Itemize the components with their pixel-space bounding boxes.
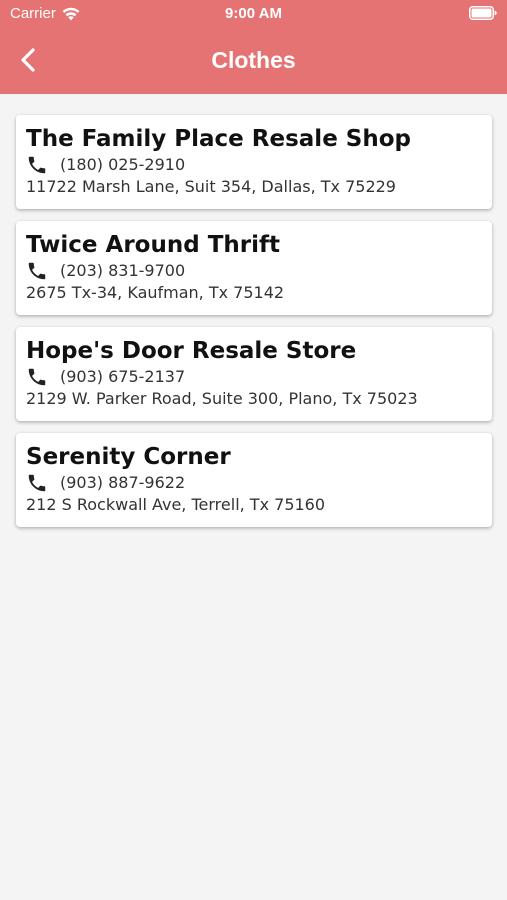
store-list: The Family Place Resale Shop (180) 025-2… xyxy=(16,115,492,539)
store-card[interactable]: Twice Around Thrift (203) 831-9700 2675 … xyxy=(16,221,492,315)
phone-row[interactable]: (903) 675-2137 xyxy=(26,366,482,388)
phone-icon xyxy=(28,262,46,280)
store-card[interactable]: The Family Place Resale Shop (180) 025-2… xyxy=(16,115,492,209)
status-time: 9:00 AM xyxy=(225,5,282,22)
store-address: 212 S Rockwall Ave, Terrell, Tx 75160 xyxy=(26,495,326,514)
store-address: 11722 Marsh Lane, Suit 354, Dallas, Tx 7… xyxy=(26,177,396,196)
store-name: The Family Place Resale Shop xyxy=(26,126,412,152)
phone-icon xyxy=(28,156,46,174)
app-screen: Carrier 9:00 AM Clothes The Family Place… xyxy=(0,0,507,900)
phone-row[interactable]: (203) 831-9700 xyxy=(26,260,482,282)
store-card[interactable]: Hope's Door Resale Store (903) 675-2137 … xyxy=(16,327,492,421)
app-header: Carrier 9:00 AM Clothes xyxy=(0,0,507,94)
navigation-bar: Clothes xyxy=(0,36,507,84)
phone-icon xyxy=(28,368,46,386)
phone-number[interactable]: (903) 887-9622 xyxy=(60,472,185,494)
store-name: Twice Around Thrift xyxy=(26,232,280,258)
phone-number[interactable]: (180) 025-2910 xyxy=(60,154,185,176)
phone-row[interactable]: (903) 887-9622 xyxy=(26,472,482,494)
battery-full-icon xyxy=(469,6,497,20)
store-address: 2675 Tx-34, Kaufman, Tx 75142 xyxy=(26,283,285,302)
page-title: Clothes xyxy=(211,47,296,73)
phone-row[interactable]: (180) 025-2910 xyxy=(26,154,482,176)
phone-number[interactable]: (903) 675-2137 xyxy=(60,366,185,388)
store-name: Hope's Door Resale Store xyxy=(26,338,357,364)
phone-number[interactable]: (203) 831-9700 xyxy=(60,260,185,282)
phone-icon xyxy=(28,474,46,492)
store-address: 2129 W. Parker Road, Suite 300, Plano, T… xyxy=(26,389,418,408)
status-bar: Carrier 9:00 AM xyxy=(0,0,507,28)
store-name: Serenity Corner xyxy=(26,444,231,470)
store-card[interactable]: Serenity Corner (903) 887-9622 212 S Roc… xyxy=(16,433,492,527)
